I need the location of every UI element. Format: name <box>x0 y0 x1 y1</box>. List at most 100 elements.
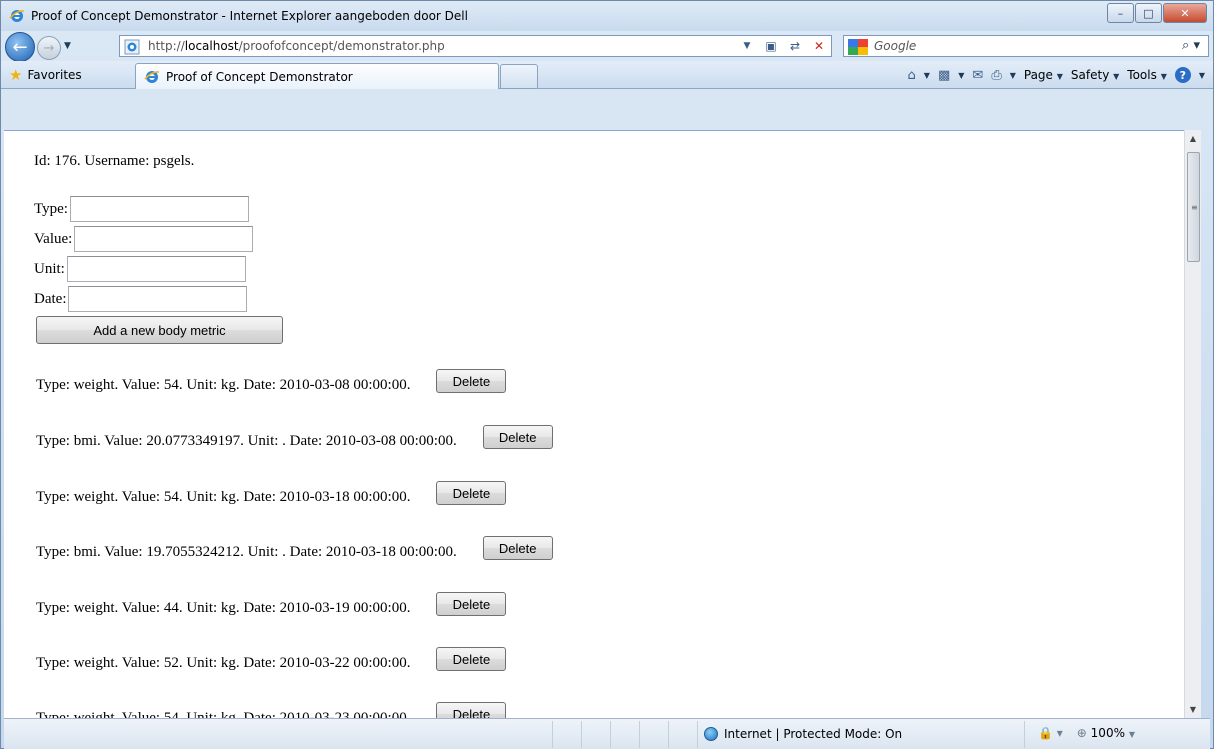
delete-button[interactable]: Delete <box>436 481 507 505</box>
close-button[interactable]: ✕ <box>1163 3 1207 23</box>
metric-row: Type: weight. Value: 54. Unit: kg. Date:… <box>36 481 507 509</box>
status-divider <box>610 721 611 748</box>
type-input[interactable] <box>69 196 249 222</box>
scroll-down-arrow-icon[interactable]: ▼ <box>1185 701 1201 718</box>
zoom-level: 100% <box>1090 726 1125 740</box>
feeds-icon[interactable]: ▩ <box>938 68 950 83</box>
delete-button[interactable]: Delete <box>436 369 507 393</box>
add-body-metric-button[interactable]: Add a new body metric <box>36 316 283 344</box>
page-icon <box>124 39 140 55</box>
address-bar[interactable]: http://localhost/proofofconcept/demonstr… <box>119 35 832 57</box>
globe-icon <box>704 727 718 741</box>
search-icon[interactable]: ⌕ ▾ <box>1182 38 1200 53</box>
vertical-scrollbar[interactable]: ▲ ≡ ▼ <box>1184 130 1201 718</box>
back-button[interactable]: ← <box>5 32 35 62</box>
delete-button[interactable]: Delete <box>482 425 553 449</box>
metric-text: Type: bmi. Value: 20.0773349197. Unit: .… <box>36 432 457 449</box>
delete-button[interactable]: Delete <box>436 592 507 616</box>
page-viewport: Id: 176. Username: psgels. Type: Value: … <box>4 130 1194 718</box>
window-title: Proof of Concept Demonstrator - Internet… <box>31 9 468 23</box>
address-actions: ▼ ▣ ⇄ ✕ <box>737 37 829 55</box>
safety-menu-label: Safety <box>1070 68 1110 82</box>
favorites-label: Favorites <box>27 68 82 82</box>
scroll-thumb[interactable]: ≡ <box>1187 152 1200 262</box>
date-label: Date: <box>34 290 67 307</box>
status-divider <box>668 721 669 748</box>
unit-row: Unit: <box>34 256 246 282</box>
popup-blocker-icon[interactable]: 🔒 ▾ <box>1038 726 1063 740</box>
tools-menu-label: Tools <box>1127 68 1157 82</box>
value-input[interactable] <box>74 226 254 252</box>
refresh-icon[interactable]: ⇄ <box>785 37 805 55</box>
navigation-bar: ← → ▼ http://localhost/proofofconcept/de… <box>1 31 1213 62</box>
stop-icon[interactable]: ✕ <box>809 37 829 55</box>
metric-text: Type: weight. Value: 54. Unit: kg. Date:… <box>36 709 411 719</box>
date-input[interactable] <box>68 286 248 312</box>
favorites-button[interactable]: ★ Favorites <box>9 66 82 84</box>
status-right: 🔒 ▾ ⊕ 100% ▼ <box>1038 726 1135 740</box>
read-mail-icon[interactable]: ✉ <box>972 68 983 83</box>
minimize-button[interactable]: – <box>1107 3 1134 23</box>
status-divider <box>1024 721 1025 748</box>
safety-menu[interactable]: Safety ▼ <box>1071 68 1119 82</box>
tools-menu[interactable]: Tools ▼ <box>1127 68 1167 82</box>
unit-label: Unit: <box>34 260 65 277</box>
search-input[interactable]: Google <box>874 39 916 53</box>
tab-label: Proof of Concept Demonstrator <box>166 70 353 84</box>
window-controls: – □ ✕ <box>1106 3 1207 23</box>
metric-row: Type: weight. Value: 52. Unit: kg. Date:… <box>36 647 507 675</box>
user-info: Id: 176. Username: psgels. <box>34 153 195 169</box>
forward-button[interactable]: → <box>37 36 61 60</box>
address-url[interactable]: http://localhost/proofofconcept/demonstr… <box>148 39 445 53</box>
value-row: Value: <box>34 226 254 252</box>
home-icon[interactable]: ⌂ <box>908 68 916 83</box>
help-dropdown-icon[interactable]: ▼ <box>1199 71 1205 80</box>
status-bar: Internet | Protected Mode: On 🔒 ▾ ⊕ 100%… <box>4 718 1210 749</box>
unit-input[interactable] <box>66 256 246 282</box>
home-dropdown-icon[interactable]: ▼ <box>924 71 930 80</box>
metric-row: Type: bmi. Value: 20.0773349197. Unit: .… <box>36 425 553 453</box>
scroll-up-arrow-icon[interactable]: ▲ <box>1185 130 1201 147</box>
type-label: Type: <box>34 200 68 217</box>
date-row: Date: <box>34 286 248 312</box>
grip-icon: ≡ <box>1191 203 1198 212</box>
status-divider <box>581 721 582 748</box>
compatibility-view-icon[interactable]: ▣ <box>761 37 781 55</box>
maximize-button[interactable]: □ <box>1135 3 1162 23</box>
metric-row: Type: weight. Value: 54. Unit: kg. Date:… <box>36 369 507 397</box>
favorites-bar: ★ Favorites Proof of Concept Demonstrato… <box>1 61 1213 89</box>
command-bar: ⌂ ▼ ▩ ▼ ✉ ⎙ ▼ Page ▼ Safety ▼ Tools ▼ ? … <box>908 67 1205 83</box>
url-host: localhost <box>184 39 239 53</box>
metric-text: Type: weight. Value: 54. Unit: kg. Date:… <box>36 488 411 505</box>
security-zone[interactable]: Internet | Protected Mode: On <box>704 727 902 741</box>
google-logo-icon <box>848 39 868 55</box>
ie-tab-icon <box>144 71 160 83</box>
delete-button[interactable]: Delete <box>482 536 553 560</box>
delete-button[interactable]: Delete <box>436 702 507 718</box>
recent-pages-dropdown-icon[interactable]: ▼ <box>64 41 71 51</box>
new-tab-button[interactable] <box>500 64 538 89</box>
ie-logo-icon <box>9 10 25 22</box>
zoom-control[interactable]: ⊕ 100% ▼ <box>1077 726 1135 740</box>
print-icon[interactable]: ⎙ <box>991 68 1001 83</box>
tab-proof-of-concept[interactable]: Proof of Concept Demonstrator <box>135 63 499 89</box>
search-box[interactable]: Google ⌕ ▾ <box>843 35 1209 57</box>
status-divider <box>552 721 553 748</box>
browser-window: Proof of Concept Demonstrator - Internet… <box>0 0 1214 749</box>
address-dropdown-icon[interactable]: ▼ <box>737 37 757 55</box>
zone-label: Internet | Protected Mode: On <box>724 727 903 741</box>
page-menu[interactable]: Page ▼ <box>1024 68 1063 82</box>
page-menu-label: Page <box>1023 68 1053 82</box>
metric-text: Type: weight. Value: 52. Unit: kg. Date:… <box>36 654 411 671</box>
url-path: /proofofconcept/demonstrator.php <box>238 39 445 53</box>
status-divider <box>639 721 640 748</box>
metric-row: Type: weight. Value: 44. Unit: kg. Date:… <box>36 592 507 620</box>
feeds-dropdown-icon[interactable]: ▼ <box>958 71 964 80</box>
print-dropdown-icon[interactable]: ▼ <box>1010 71 1016 80</box>
type-row: Type: <box>34 196 249 222</box>
help-icon[interactable]: ? <box>1174 67 1191 83</box>
metric-row: Type: bmi. Value: 19.7055324212. Unit: .… <box>36 536 553 564</box>
star-icon: ★ <box>9 66 23 84</box>
delete-button[interactable]: Delete <box>436 647 507 671</box>
url-prefix: http:// <box>148 39 185 53</box>
